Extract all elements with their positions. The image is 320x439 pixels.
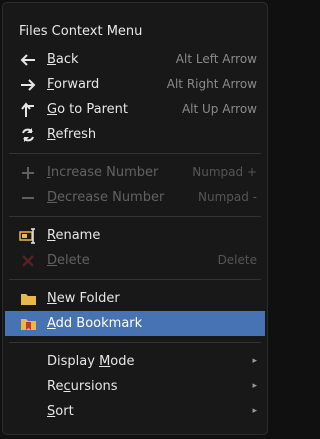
plus-icon	[19, 164, 37, 182]
refresh-icon	[19, 126, 37, 144]
arrow-left-icon	[19, 51, 37, 69]
submenu-arrow-icon: ▸	[252, 381, 257, 391]
decrease-number-shortcut: Numpad -	[197, 190, 257, 204]
menu-separator	[9, 342, 261, 343]
increase-number-menu-item[interactable]: Increase Number Numpad +	[3, 160, 267, 185]
add-bookmark-label: Add Bookmark	[47, 316, 143, 331]
increase-number-label: Increase Number	[47, 165, 159, 180]
menu-separator	[9, 216, 261, 217]
go-to-parent-shortcut: Alt Up Arrow	[181, 102, 257, 116]
forward-label: Forward	[47, 77, 100, 92]
sort-label: Sort	[47, 404, 74, 419]
parent-dir-icon	[19, 101, 37, 119]
rename-icon	[19, 227, 37, 245]
menu-separator	[9, 153, 261, 154]
add-bookmark-menu-item[interactable]: Add Bookmark	[5, 311, 265, 336]
submenu-arrow-icon: ▸	[252, 406, 257, 416]
new-folder-menu-item[interactable]: New Folder	[3, 286, 267, 311]
rename-menu-item[interactable]: Rename	[3, 223, 267, 248]
rename-label: Rename	[47, 228, 101, 243]
menu-title: Files Context Menu	[19, 24, 143, 39]
recursions-label: Recursions	[47, 379, 118, 394]
increase-number-shortcut: Numpad +	[192, 165, 257, 179]
decrease-number-label: Decrease Number	[47, 190, 165, 205]
sort-submenu[interactable]: Sort ▸	[3, 399, 267, 424]
delete-x-icon	[19, 252, 37, 270]
menu-separator	[9, 279, 261, 280]
back-menu-item[interactable]: Back Alt Left Arrow	[3, 47, 267, 72]
minus-icon	[19, 189, 37, 207]
bookmark-folder-icon	[19, 315, 37, 333]
delete-label: Delete	[47, 253, 90, 268]
arrow-right-icon	[19, 76, 37, 94]
recursions-submenu[interactable]: Recursions ▸	[3, 374, 267, 399]
new-folder-label: New Folder	[47, 291, 120, 306]
delete-menu-item[interactable]: Delete Delete	[3, 248, 267, 273]
display-mode-submenu[interactable]: Display Mode ▸	[3, 349, 267, 374]
files-context-menu: Files Context Menu Back Alt Left Arrow F…	[2, 2, 268, 435]
back-shortcut: Alt Left Arrow	[175, 52, 257, 66]
forward-menu-item[interactable]: Forward Alt Right Arrow	[3, 72, 267, 97]
refresh-menu-item[interactable]: Refresh	[3, 122, 267, 147]
refresh-label: Refresh	[47, 127, 97, 142]
decrease-number-menu-item[interactable]: Decrease Number Numpad -	[3, 185, 267, 210]
go-to-parent-menu-item[interactable]: Go to Parent Alt Up Arrow	[3, 97, 267, 122]
submenu-arrow-icon: ▸	[252, 356, 257, 366]
delete-shortcut: Delete	[217, 253, 257, 267]
display-mode-label: Display Mode	[47, 354, 135, 369]
forward-shortcut: Alt Right Arrow	[166, 77, 257, 91]
back-label: Back	[47, 52, 79, 67]
folder-icon	[19, 290, 37, 308]
go-to-parent-label: Go to Parent	[47, 102, 128, 117]
